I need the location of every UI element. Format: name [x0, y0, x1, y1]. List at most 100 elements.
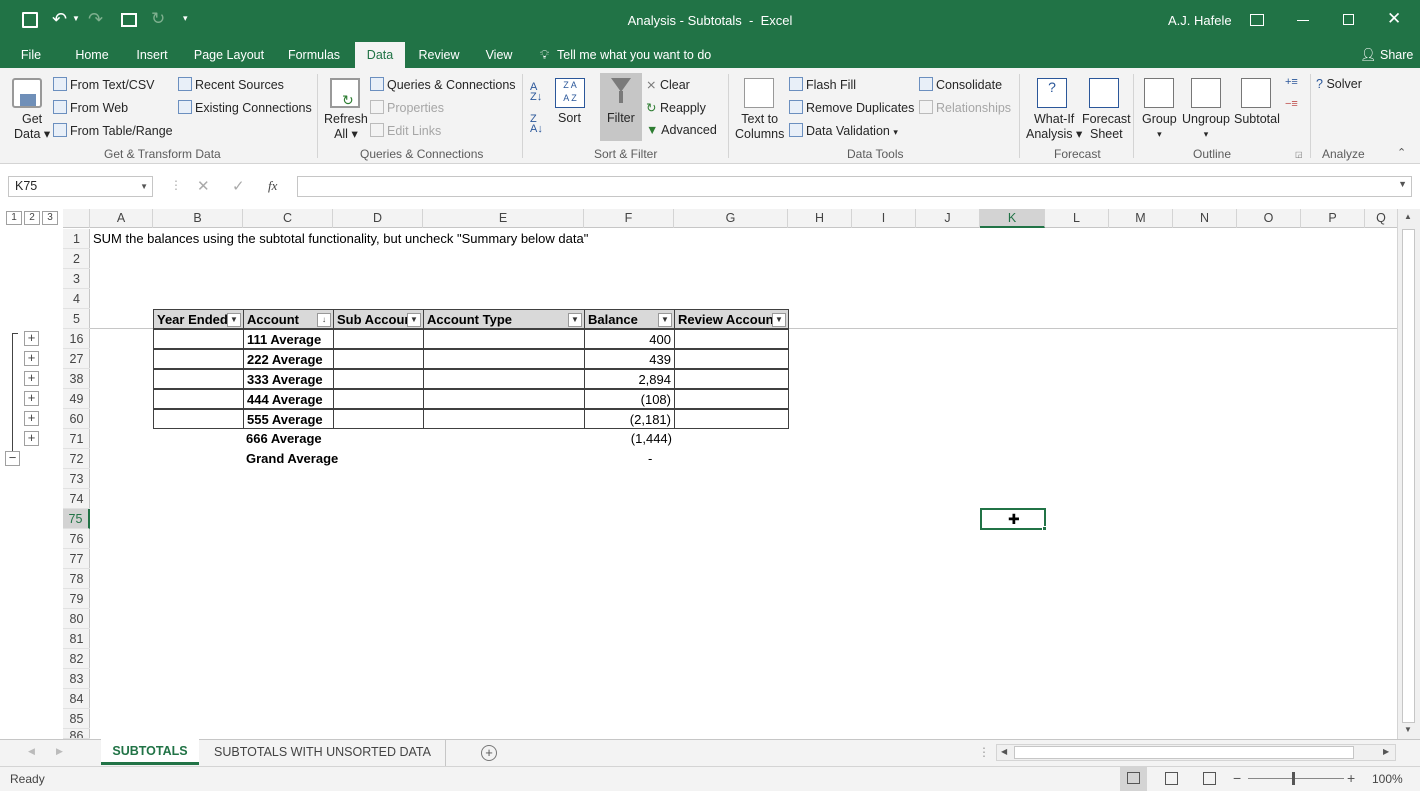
fill-handle[interactable]	[1042, 526, 1047, 531]
expand-formula-icon[interactable]: ▼	[1398, 179, 1407, 189]
prev-sheet-icon[interactable]: ◀	[28, 746, 35, 757]
advanced-button[interactable]: ▼ Advanced	[646, 123, 717, 137]
customize-qat-icon[interactable]: ▾	[183, 13, 188, 24]
scroll-left-icon[interactable]: ◀	[1001, 747, 1007, 756]
forecast-sheet-button[interactable]: Forecast Sheet	[1082, 112, 1131, 142]
row-header-selected[interactable]: 75	[63, 509, 90, 529]
row-header[interactable]: 73	[63, 469, 90, 489]
group-button[interactable]: Group ▾	[1142, 112, 1177, 142]
undo-dropdown-icon[interactable]: ▼	[72, 14, 80, 23]
row-header[interactable]: 4	[63, 289, 90, 309]
row-header[interactable]: 5	[63, 309, 90, 329]
header-account[interactable]: Account ↓	[243, 309, 334, 329]
filter-button[interactable]: Filter	[600, 73, 642, 141]
outline-level-2-button[interactable]: 2	[24, 211, 40, 225]
remove-duplicates-button[interactable]: Remove Duplicates	[789, 100, 914, 115]
cell-sub-account[interactable]	[333, 369, 424, 389]
collapse-ribbon-icon[interactable]: ⌃	[1397, 146, 1406, 159]
zoom-slider-thumb[interactable]	[1292, 772, 1295, 785]
sheet-tab-unsorted[interactable]: SUBTOTALS WITH UNSORTED DATA	[200, 740, 446, 766]
cell-review[interactable]	[674, 329, 789, 349]
from-text-csv-button[interactable]: From Text/CSV	[53, 77, 155, 92]
tab-file[interactable]: File	[10, 42, 52, 68]
existing-connections-button[interactable]: Existing Connections	[178, 100, 312, 115]
sort-ascending-filter-icon[interactable]: ↓	[317, 313, 331, 327]
cell-account-type[interactable]	[423, 369, 585, 389]
row-header[interactable]: 3	[63, 269, 90, 289]
header-year-ended[interactable]: Year Ended ▼	[153, 309, 244, 329]
cell-balance[interactable]: 400	[584, 329, 675, 349]
cell-account-type[interactable]	[423, 349, 585, 369]
cell-balance[interactable]: -	[584, 449, 675, 469]
from-web-button[interactable]: From Web	[53, 100, 128, 115]
row-header[interactable]: 82	[63, 649, 90, 669]
clear-button[interactable]: ⨯ Clear	[646, 77, 690, 92]
row-header[interactable]: 84	[63, 689, 90, 709]
reapply-button[interactable]: ↻ Reapply	[646, 100, 706, 115]
cell-account[interactable]: Grand Average	[243, 449, 363, 469]
cell-account-type[interactable]	[423, 329, 585, 349]
insert-function-icon[interactable]: fx	[268, 178, 277, 194]
cell-year[interactable]	[153, 329, 244, 349]
refresh-all-button[interactable]: Refresh All ▾	[324, 112, 368, 142]
scroll-down-icon[interactable]: ▼	[1404, 725, 1412, 734]
show-detail-icon[interactable]: +≡	[1285, 76, 1298, 88]
filter-dropdown-icon[interactable]: ▼	[227, 313, 241, 327]
column-header-h[interactable]: H	[788, 209, 852, 228]
cell-review[interactable]	[674, 409, 789, 429]
expand-row-16-button[interactable]: +	[24, 331, 39, 346]
row-header[interactable]: 27	[63, 349, 90, 369]
filter-dropdown-icon[interactable]: ▼	[568, 313, 582, 327]
column-header-i[interactable]: I	[852, 209, 916, 228]
column-header-e[interactable]: E	[423, 209, 584, 228]
expand-row-38-button[interactable]: +	[24, 371, 39, 386]
cell-year[interactable]	[153, 369, 244, 389]
subtotal-button[interactable]: Subtotal	[1234, 112, 1280, 126]
column-header-f[interactable]: F	[584, 209, 674, 228]
save-icon[interactable]	[22, 12, 38, 28]
cell-account[interactable]: 555 Average	[243, 409, 334, 429]
consolidate-button[interactable]: Consolidate	[919, 77, 1002, 92]
text-to-columns-button[interactable]: Text to Columns	[735, 112, 784, 142]
column-header-a[interactable]: A	[90, 209, 153, 228]
row-header[interactable]: 85	[63, 709, 90, 729]
sort-za-icon[interactable]: Z A↓	[530, 114, 543, 135]
row-header[interactable]: 77	[63, 549, 90, 569]
flash-fill-button[interactable]: Flash Fill	[789, 77, 856, 92]
from-table-button[interactable]: From Table/Range	[53, 123, 173, 138]
expand-row-60-button[interactable]: +	[24, 411, 39, 426]
get-data-button[interactable]: Get Data ▾	[14, 112, 50, 142]
cell-account[interactable]: 444 Average	[243, 389, 334, 409]
header-balance[interactable]: Balance ▼	[584, 309, 675, 329]
data-validation-dropdown-icon[interactable]: ▾	[893, 127, 898, 137]
form-icon[interactable]	[121, 13, 137, 27]
collapse-grand-button[interactable]: −	[5, 451, 20, 466]
column-header-l[interactable]: L	[1045, 209, 1109, 228]
column-header-p[interactable]: P	[1301, 209, 1365, 228]
row-header[interactable]: 49	[63, 389, 90, 409]
horizontal-scrollbar[interactable]: ◀ ▶	[996, 744, 1396, 761]
cell-review[interactable]	[674, 389, 789, 409]
tab-review[interactable]: Review	[413, 42, 465, 68]
normal-view-button[interactable]	[1120, 767, 1147, 791]
tab-page-layout[interactable]: Page Layout	[190, 42, 268, 68]
ungroup-button[interactable]: Ungroup ▾	[1182, 112, 1230, 142]
row-header[interactable]: 60	[63, 409, 90, 429]
new-sheet-button[interactable]: +	[481, 745, 497, 761]
column-header-b[interactable]: B	[153, 209, 243, 228]
column-header-n[interactable]: N	[1173, 209, 1237, 228]
column-header-j[interactable]: J	[916, 209, 980, 228]
tab-insert[interactable]: Insert	[130, 42, 174, 68]
what-if-button[interactable]: What-If Analysis ▾	[1026, 112, 1082, 142]
row-header[interactable]: 86	[63, 729, 90, 739]
expand-row-27-button[interactable]: +	[24, 351, 39, 366]
header-account-type[interactable]: Account Type ▼	[423, 309, 585, 329]
column-header-c[interactable]: C	[243, 209, 333, 228]
expand-row-71-button[interactable]: +	[24, 431, 39, 446]
close-icon[interactable]: ✕	[1387, 9, 1401, 29]
column-header-q[interactable]: Q	[1365, 209, 1397, 228]
column-header-k[interactable]: K	[980, 209, 1045, 228]
scroll-right-icon[interactable]: ▶	[1383, 747, 1389, 756]
outline-level-1-button[interactable]: 1	[6, 211, 22, 225]
row-header[interactable]: 72	[63, 449, 90, 469]
